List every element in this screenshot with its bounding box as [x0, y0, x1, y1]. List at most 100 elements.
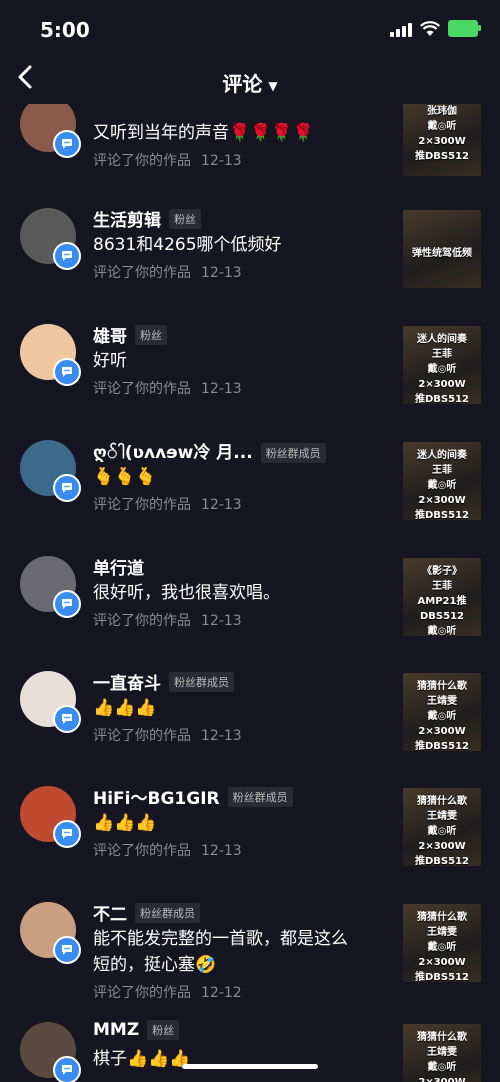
comment-date: 12-12 [201, 985, 242, 1001]
comment-row[interactable]: 又听到当年的声音🌹🌹🌹🌹 评论了你的作品 12-13 张玮伽 戴◎听 2×300W 推… [0, 104, 500, 196]
comment-text: 又听到当年的声音🌹🌹🌹🌹 [93, 123, 314, 143]
comment-text: 很好听，我也很喜欢唱。 [93, 583, 280, 603]
fan-tag: 粉丝 [169, 208, 201, 229]
meta-label: 评论了你的作品 [93, 728, 191, 744]
thumbnail-caption: 迷人的间奏 王菲 戴◎听 2×300W 推DBS512 [415, 450, 469, 520]
comment-row[interactable]: 不二 粉丝群成员能不能发完整的一首歌，都是这么短的，挺心塞🤣 评论了你的作品 12-1… [0, 890, 500, 1002]
name-line: ღ်ါ(ʋʌʌɘw冷 月... 粉丝群成员 [93, 438, 326, 467]
name-line: 不二 粉丝群成员 [93, 900, 200, 925]
fan-tag: 粉丝 [147, 1020, 180, 1040]
name-line: 雄哥 粉丝 [93, 322, 167, 347]
name-line: MMZ 粉丝 [93, 1020, 180, 1040]
thumbnail-caption: 张玮伽 戴◎听 2×300W 推DBS512 [415, 106, 469, 162]
status-icons [390, 20, 481, 37]
video-thumbnail[interactable]: 迷人的间奏 王菲 戴◎听 2×300W 推DBS512 [403, 326, 481, 404]
comment-meta: 评论了你的作品 12-13 [93, 262, 252, 282]
comment-badge-icon [53, 705, 81, 733]
meta-label: 评论了你的作品 [93, 497, 191, 513]
comment-meta: 评论了你的作品 12-13 [93, 610, 252, 630]
thumbnail-caption: 猜猜什么歌 王靖雯 戴◎听 2×300W 推DBS512 [417, 1032, 467, 1082]
comment-badge-icon [53, 242, 81, 270]
user-name[interactable]: MMZ [93, 1020, 139, 1040]
status-time: 5:00 [40, 18, 90, 42]
fan-tag: 粉丝群成员 [135, 902, 200, 923]
comment-row[interactable]: MMZ粉丝棋子👍👍👍猜猜什么歌 王靖雯 戴◎听 2×300W 推DBS512 [0, 1010, 500, 1082]
page-title-text: 评论 [222, 72, 263, 96]
fan-tag: 粉丝群成员 [227, 786, 293, 807]
meta-label: 评论了你的作品 [93, 153, 191, 169]
comment-row[interactable]: HiFi～BG1GIR 粉丝群成员 👍👍👍 评论了你的作品 12-13 猜猜什么歌 王靖雯… [0, 774, 500, 886]
comment-badge-icon [53, 358, 81, 386]
comment-meta: 评论了你的作品 12-13 [93, 840, 252, 860]
user-name[interactable]: 一直奋斗 [93, 669, 161, 694]
comment-meta: 评论了你的作品 12-13 [93, 150, 252, 170]
comment-badge-icon [53, 1056, 81, 1082]
thumbnail-caption: 猜猜什么歌 王靖雯 戴◎听 2×300W 推DBS512 [415, 912, 469, 982]
comment-date: 12-13 [201, 728, 242, 744]
signal-icon [390, 21, 412, 37]
video-thumbnail[interactable]: 张玮伽 戴◎听 2×300W 推DBS512 [403, 104, 481, 176]
meta-label: 评论了你的作品 [93, 381, 191, 397]
comment-text: 能不能发完整的一首歌，都是这么短的，挺心塞🤣 [93, 929, 348, 975]
meta-label: 评论了你的作品 [93, 613, 191, 629]
video-thumbnail[interactable]: 《影子》 王菲 AMP21推 DBS512 戴◎听 [403, 558, 481, 636]
meta-label: 评论了你的作品 [93, 985, 191, 1001]
wifi-icon [420, 20, 440, 36]
comment-row[interactable]: ღ်ါ(ʋʌʌɘw冷 月... 粉丝群成员 🫰🫰🫰 评论了你的作品 12-13 迷人的间奏… [0, 428, 500, 540]
page-title[interactable]: 评论 ▼ [0, 68, 500, 97]
user-name[interactable]: 雄哥 [93, 322, 127, 347]
name-line: HiFi～BG1GIR 粉丝群成员 [93, 784, 293, 809]
comment-date: 12-13 [201, 613, 242, 629]
comment-meta: 评论了你的作品 12-12 [93, 982, 252, 1002]
comment-row[interactable]: 单行道很好听，我也很喜欢唱。评论了你的作品 12-13 《影子》 王菲 AMP21推… [0, 544, 500, 656]
fan-tag: 粉丝 [135, 324, 167, 345]
user-name[interactable]: ღ်ါ(ʋʌʌɘw冷 月... [93, 438, 253, 467]
thumbnail-caption: 《影子》 王菲 AMP21推 DBS512 戴◎听 [417, 566, 467, 636]
comment-badge-icon [53, 936, 81, 964]
comment-text: 好听 [93, 351, 127, 371]
thumbnail-caption: 猜猜什么歌 王靖雯 戴◎听 2×300W 推DBS512 [415, 681, 469, 751]
video-thumbnail[interactable]: 猜猜什么歌 王靖雯 戴◎听 2×300W 推DBS512 [403, 1024, 481, 1082]
comment-badge-icon [53, 820, 81, 848]
status-bar: 5:00 [0, 0, 500, 60]
comment-list[interactable]: 又听到当年的声音🌹🌹🌹🌹 评论了你的作品 12-13 张玮伽 戴◎听 2×300W 推… [0, 104, 500, 1082]
comment-text: 👍👍👍 [93, 813, 157, 833]
thumbnail-caption: 迷人的间奏 王菲 戴◎听 2×300W 推DBS512 [415, 334, 469, 404]
video-thumbnail[interactable]: 猜猜什么歌 王靖雯 戴◎听 2×300W 推DBS512 [403, 788, 481, 866]
video-thumbnail[interactable]: 猜猜什么歌 王靖雯 戴◎听 2×300W 推DBS512 [403, 904, 481, 982]
user-name[interactable]: 不二 [93, 900, 127, 925]
comment-row[interactable]: 生活剪辑 粉丝 8631和4265哪个低频好评论了你的作品 12-13 弹性统驾低频 [0, 196, 500, 308]
comment-text: 👍👍👍 [93, 698, 157, 718]
comment-text: 8631和4265哪个低频好 [93, 235, 282, 255]
comment-date: 12-13 [201, 153, 242, 169]
name-line: 生活剪辑 粉丝 [93, 206, 201, 231]
video-thumbnail[interactable]: 迷人的间奏 王菲 戴◎听 2×300W 推DBS512 [403, 442, 481, 520]
meta-label: 评论了你的作品 [93, 265, 191, 281]
comment-meta: 评论了你的作品 12-13 [93, 378, 252, 398]
comment-text: 🫰🫰🫰 [93, 467, 157, 487]
home-indicator[interactable] [182, 1064, 318, 1069]
video-thumbnail[interactable]: 猜猜什么歌 王靖雯 戴◎听 2×300W 推DBS512 [403, 673, 481, 751]
meta-label: 评论了你的作品 [93, 843, 191, 859]
comment-badge-icon [53, 474, 81, 502]
thumbnail-caption: 弹性统驾低频 [412, 248, 472, 259]
user-name[interactable]: 单行道 [93, 554, 144, 579]
comment-date: 12-13 [201, 843, 242, 859]
comment-row[interactable]: 雄哥 粉丝 好听 评论了你的作品 12-13 迷人的间奏 王菲 戴◎听 2×300W 推D… [0, 312, 500, 424]
comment-date: 12-13 [201, 265, 242, 281]
comment-meta: 评论了你的作品 12-13 [93, 725, 252, 745]
battery-icon [448, 20, 481, 37]
user-name[interactable]: 生活剪辑 [93, 206, 161, 231]
video-thumbnail[interactable]: 弹性统驾低频 [403, 210, 481, 288]
comment-date: 12-13 [201, 381, 242, 397]
name-line: 一直奋斗 粉丝群成员 [93, 669, 234, 694]
comment-badge-icon [53, 590, 81, 618]
dropdown-caret-icon: ▼ [268, 78, 278, 93]
name-line: 单行道 [93, 554, 144, 579]
user-name[interactable]: HiFi～BG1GIR [93, 784, 220, 809]
comment-row[interactable]: 一直奋斗 粉丝群成员 👍👍👍 评论了你的作品 12-13 猜猜什么歌 王靖雯 戴◎听 2×… [0, 659, 500, 771]
fan-tag: 粉丝群成员 [169, 671, 234, 692]
comment-meta: 评论了你的作品 12-13 [93, 494, 252, 514]
fan-tag: 粉丝群成员 [260, 442, 326, 463]
comment-date: 12-13 [201, 497, 242, 513]
